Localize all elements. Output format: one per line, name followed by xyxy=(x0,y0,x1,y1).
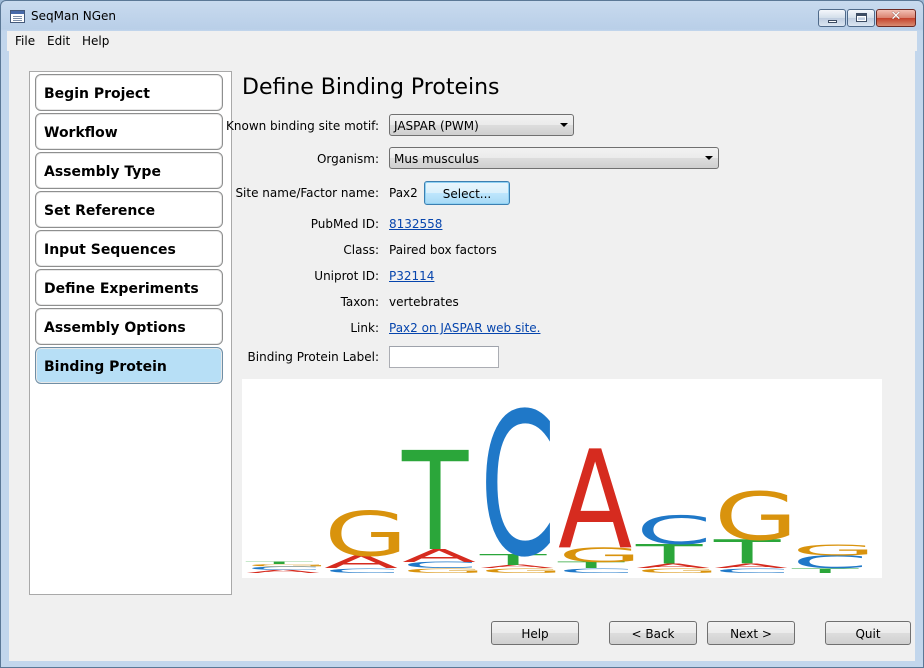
link-label: Link: xyxy=(350,321,379,335)
logo-letter-g: G xyxy=(714,479,798,555)
logo-letter-a: A xyxy=(558,423,632,578)
minimize-button[interactable] xyxy=(818,9,846,27)
chevron-down-icon xyxy=(560,123,568,127)
sequence-logo: ACGTCAGGCATGATCCTGAGATCCATGTCG xyxy=(242,370,882,601)
help-button[interactable]: Help xyxy=(491,621,579,645)
wizard-content: Begin Project Workflow Assembly Type Set… xyxy=(9,51,915,661)
uniprot-label: Uniprot ID: xyxy=(314,269,379,283)
back-button[interactable]: < Back xyxy=(609,621,697,645)
logo-letter-g: G xyxy=(792,541,876,559)
menu-help[interactable]: Help xyxy=(82,34,109,48)
next-button[interactable]: Next > xyxy=(707,621,795,645)
logo-letter-g: G xyxy=(324,498,408,570)
binding-protein-label-label: Binding Protein Label: xyxy=(247,350,379,364)
maximize-icon xyxy=(856,13,867,22)
logo-letter-t: T xyxy=(245,561,314,565)
menu-file[interactable]: File xyxy=(15,34,35,48)
app-icon[interactable] xyxy=(10,10,25,23)
close-button[interactable]: ✕ xyxy=(876,9,916,27)
class-value: Paired box factors xyxy=(389,243,497,257)
motif-value: JASPAR (PWM) xyxy=(394,119,479,133)
pubmed-link[interactable]: 8132558 xyxy=(389,217,442,231)
logo-letter-t: T xyxy=(401,424,469,578)
select-button[interactable]: Select... xyxy=(424,181,510,205)
close-icon: ✕ xyxy=(890,9,902,24)
class-label: Class: xyxy=(343,243,379,257)
motif-label: Known binding site motif: xyxy=(226,119,379,133)
quit-button[interactable]: Quit xyxy=(825,621,911,645)
organism-value: Mus musculus xyxy=(394,152,479,166)
taxon-value: vertebrates xyxy=(389,295,459,309)
title-bar[interactable]: SeqMan NGen ✕ xyxy=(1,1,923,31)
app-window: SeqMan NGen ✕ File Edit Help Begin Proje… xyxy=(0,0,924,668)
window-title: SeqMan NGen xyxy=(31,9,117,23)
chevron-down-icon xyxy=(705,156,713,160)
site-name-label: Site name/Factor name: xyxy=(235,186,379,200)
step-begin-project[interactable]: Begin Project xyxy=(35,74,223,111)
pubmed-label: PubMed ID: xyxy=(310,217,379,231)
taxon-label: Taxon: xyxy=(340,295,379,309)
menu-edit[interactable]: Edit xyxy=(47,34,70,48)
uniprot-link[interactable]: P32114 xyxy=(389,269,434,283)
motif-dropdown[interactable]: JASPAR (PWM) xyxy=(389,114,574,136)
page-title: Define Binding Proteins xyxy=(242,75,500,100)
organism-dropdown[interactable]: Mus musculus xyxy=(389,147,719,169)
logo-letter-c: C xyxy=(480,379,556,578)
minimize-icon xyxy=(828,20,837,23)
jaspar-link[interactable]: Pax2 on JASPAR web site. xyxy=(389,321,540,335)
logo-letter-c: C xyxy=(636,508,712,554)
binding-protein-label-input[interactable] xyxy=(389,346,499,368)
sequence-logo-chart: ACGTCAGGCAT GATC CTGA GATCCATGTCG xyxy=(245,370,877,600)
maximize-button[interactable] xyxy=(847,9,875,27)
menu-bar: File Edit Help xyxy=(7,31,917,51)
organism-label: Organism: xyxy=(316,152,379,166)
site-name-value: Pax2 xyxy=(389,186,418,200)
